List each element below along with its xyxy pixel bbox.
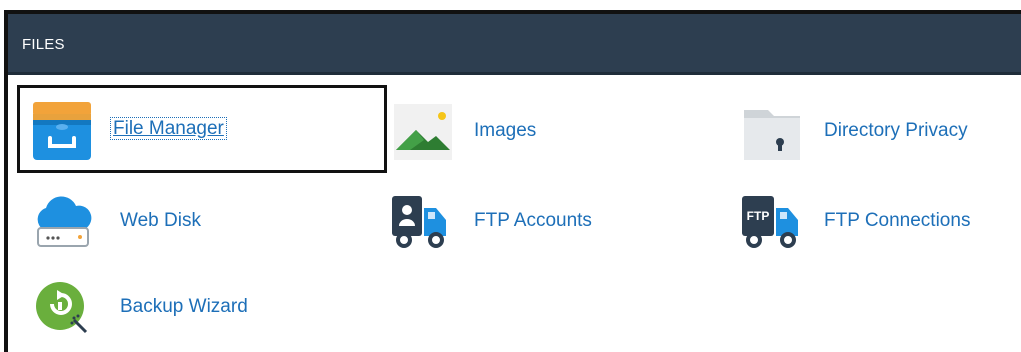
file-manager-link[interactable]: File Manager bbox=[30, 100, 290, 164]
ftp-badge-text: FTP bbox=[747, 209, 770, 223]
ftp-accounts-label: FTP Accounts bbox=[474, 210, 592, 231]
images-icon bbox=[390, 100, 454, 164]
backup-wizard-link[interactable]: Backup Wizard bbox=[30, 276, 290, 340]
backup-wizard-label: Backup Wizard bbox=[120, 296, 248, 317]
backup-wizard-icon bbox=[30, 276, 94, 340]
file-manager-label: File Manager bbox=[110, 117, 227, 140]
images-link[interactable]: Images bbox=[390, 100, 630, 164]
ftp-connections-label: FTP Connections bbox=[824, 210, 971, 231]
ftp-accounts-link[interactable]: FTP Accounts bbox=[390, 190, 630, 254]
ftp-connections-link[interactable]: FTP FTP Connections bbox=[740, 190, 1010, 254]
directory-privacy-icon bbox=[740, 100, 804, 164]
web-disk-link[interactable]: Web Disk bbox=[30, 190, 250, 254]
directory-privacy-label: Directory Privacy bbox=[824, 120, 968, 141]
files-panel: FILES File Manager Images Directory Priv… bbox=[4, 10, 1021, 352]
directory-privacy-link[interactable]: Directory Privacy bbox=[740, 100, 1010, 164]
section-title: FILES bbox=[22, 36, 65, 53]
files-section-header: FILES bbox=[8, 14, 1021, 75]
web-disk-label: Web Disk bbox=[120, 210, 201, 231]
web-disk-icon bbox=[30, 190, 94, 254]
file-manager-icon bbox=[30, 100, 94, 164]
images-label: Images bbox=[474, 120, 537, 141]
ftp-connections-icon: FTP bbox=[740, 190, 804, 254]
ftp-accounts-icon bbox=[390, 190, 454, 254]
